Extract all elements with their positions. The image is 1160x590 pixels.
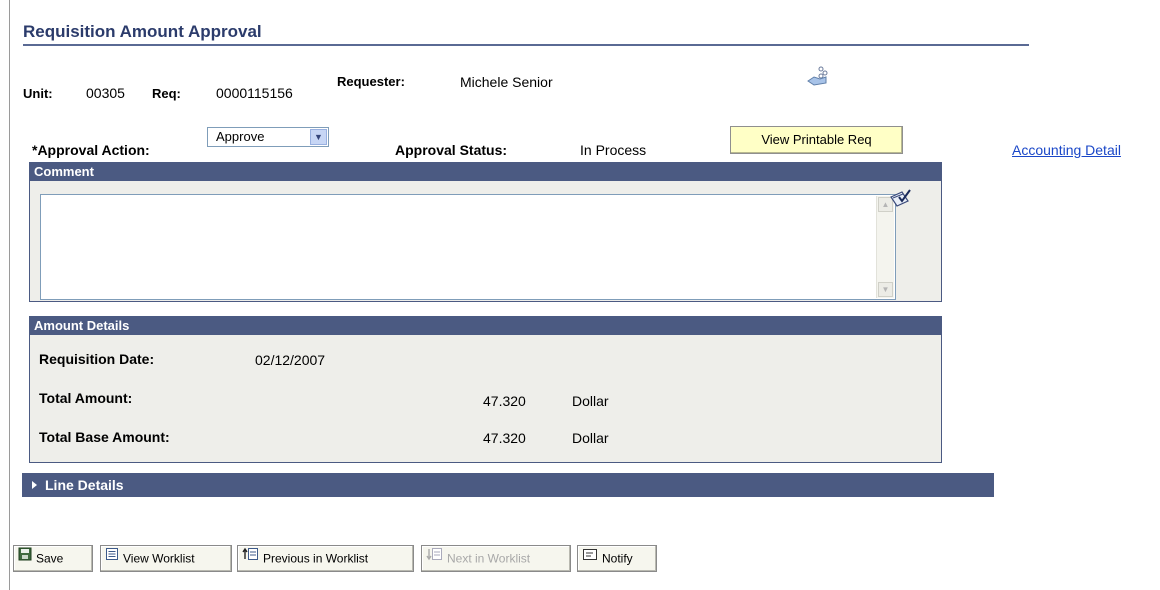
requester-label: Requester: [337, 74, 405, 89]
total-amount-label: Total Amount: [39, 390, 133, 406]
total-base-amount-label: Total Base Amount: [39, 429, 170, 445]
page-title: Requisition Amount Approval [23, 22, 262, 41]
amount-details-header: Amount Details [30, 317, 941, 335]
line-details-toggle[interactable]: Line Details [22, 473, 994, 497]
unit-value: 00305 [86, 85, 125, 101]
req-value: 0000115156 [216, 85, 293, 101]
next-worklist-icon [426, 545, 443, 570]
notify-icon [582, 545, 598, 570]
unit-label: Unit: [23, 86, 53, 101]
total-base-amount-currency: Dollar [572, 430, 609, 446]
total-amount-value: 47.320 [483, 393, 526, 409]
requisition-date-label: Requisition Date: [39, 351, 155, 367]
approval-status-label: Approval Status: [395, 142, 508, 158]
expand-triangle-icon [32, 481, 37, 490]
chevron-down-icon[interactable]: ▼ [310, 129, 327, 145]
requester-value: Michele Senior [460, 74, 553, 90]
approval-status-value: In Process [580, 142, 647, 158]
save-button[interactable]: Save [13, 545, 93, 572]
req-label: Req: [152, 86, 181, 101]
total-base-amount-value: 47.320 [483, 430, 526, 446]
previous-worklist-icon [242, 545, 259, 570]
line-details-label: Line Details [45, 477, 124, 493]
save-icon [18, 545, 32, 570]
comment-textarea[interactable] [40, 194, 896, 300]
previous-label: Previous in Worklist [263, 551, 369, 566]
spell-check-icon[interactable] [888, 189, 912, 209]
notify-button[interactable]: Notify [577, 545, 657, 572]
next-label: Next in Worklist [447, 551, 531, 566]
requisition-date-value: 02/12/2007 [255, 352, 326, 368]
comment-header: Comment [30, 163, 941, 181]
total-amount-currency: Dollar [572, 393, 609, 409]
previous-in-worklist-button[interactable]: Previous in Worklist [237, 545, 414, 572]
worklist-icon [105, 545, 119, 570]
approval-action-select[interactable]: Approve ▼ [207, 127, 329, 147]
accounting-detail-link[interactable]: Accounting Detail [1012, 142, 1121, 158]
save-label: Save [36, 551, 64, 566]
next-in-worklist-button: Next in Worklist [421, 545, 571, 572]
approval-action-label: *Approval Action: [32, 142, 150, 158]
view-worklist-label: View Worklist [123, 551, 195, 566]
view-printable-req-button[interactable]: View Printable Req [730, 126, 903, 154]
requester-details-icon[interactable] [806, 65, 828, 87]
notify-label: Notify [602, 551, 633, 566]
approval-action-value: Approve [216, 129, 265, 144]
page-frame-left [9, 0, 10, 590]
title-rule [23, 44, 1029, 46]
comment-group: Comment ▲ ▼ [29, 162, 942, 302]
view-worklist-button[interactable]: View Worklist [100, 545, 232, 572]
